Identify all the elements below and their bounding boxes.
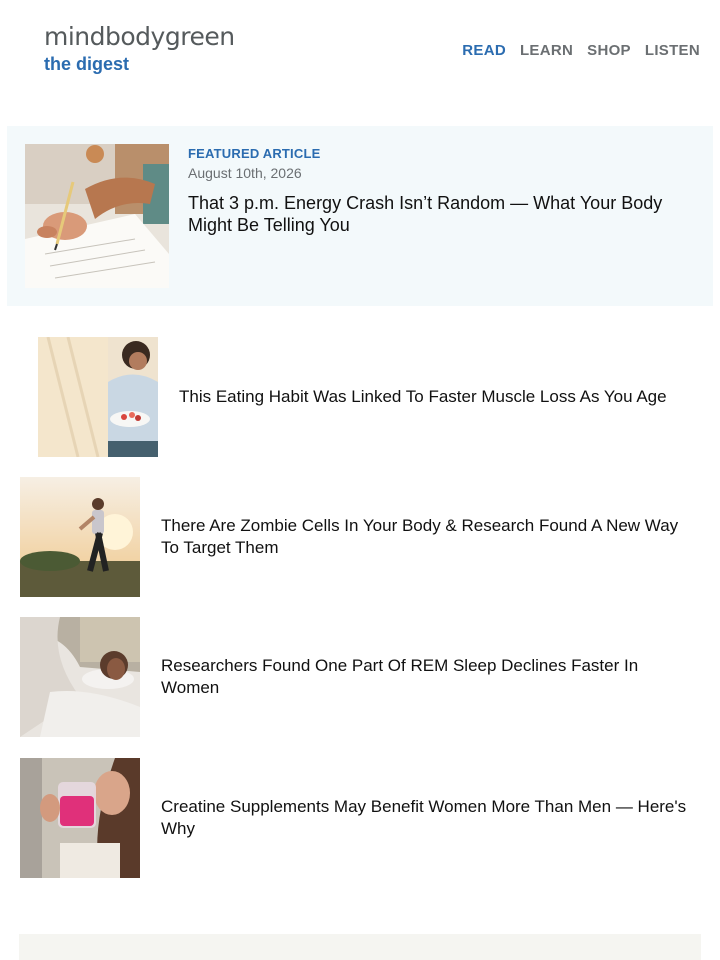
article-item[interactable]: Researchers Found One Part Of REM Sleep …: [20, 617, 700, 737]
featured-title[interactable]: That 3 p.m. Energy Crash Isn’t Random — …: [188, 192, 693, 236]
footer-banner: [19, 934, 701, 960]
nav-listen[interactable]: LISTEN: [645, 42, 700, 59]
featured-meta: FEATURED ARTICLE August 10th, 2026 That …: [188, 146, 693, 236]
nav-read[interactable]: READ: [462, 42, 506, 59]
featured-kicker: FEATURED ARTICLE: [188, 146, 321, 161]
article-item[interactable]: This Eating Habit Was Linked To Faster M…: [38, 337, 698, 457]
featured-date: August 10th, 2026: [188, 165, 302, 181]
nav-learn[interactable]: LEARN: [520, 42, 573, 59]
main-nav: READ LEARN SHOP LISTEN: [462, 42, 700, 59]
article-title[interactable]: Researchers Found One Part Of REM Sleep …: [161, 655, 700, 699]
article-item[interactable]: There Are Zombie Cells In Your Body & Re…: [20, 477, 700, 597]
site-header: mindbodygreen the digest READ LEARN SHOP…: [0, 0, 720, 110]
featured-image[interactable]: [25, 144, 169, 288]
article-title[interactable]: There Are Zombie Cells In Your Body & Re…: [161, 515, 700, 559]
article-image-eating[interactable]: [38, 337, 158, 457]
site-logo[interactable]: mindbodygreen the digest: [44, 22, 235, 75]
article-title[interactable]: This Eating Habit Was Linked To Faster M…: [179, 386, 667, 408]
article-image-drinking[interactable]: [20, 758, 140, 878]
article-image-walking[interactable]: [20, 477, 140, 597]
logo-brand: mindbodygreen: [44, 22, 235, 51]
article-item[interactable]: Creatine Supplements May Benefit Women M…: [20, 758, 700, 878]
featured-article[interactable]: FEATURED ARTICLE August 10th, 2026 That …: [7, 126, 713, 306]
logo-subtitle: the digest: [44, 54, 130, 74]
article-image-sleeping[interactable]: [20, 617, 140, 737]
article-title[interactable]: Creatine Supplements May Benefit Women M…: [161, 796, 700, 840]
nav-shop[interactable]: SHOP: [587, 42, 631, 59]
